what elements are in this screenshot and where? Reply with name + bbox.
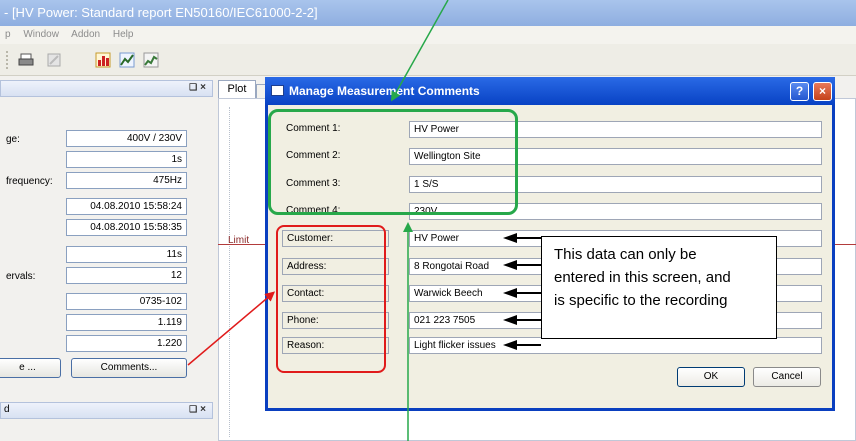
- screenshot-root: - [HV Power: Standard report EN50160/IEC…: [0, 0, 856, 441]
- annotation-callout: This data can only be entered in this sc…: [541, 236, 777, 339]
- green-arrow-top: [391, 0, 449, 102]
- red-arrow: [187, 291, 276, 366]
- callout-line-1: This data can only be: [554, 246, 697, 263]
- callout-line-2: entered in this screen, and: [554, 269, 731, 286]
- annotation-arrows: [187, 0, 541, 441]
- callout-line-3: is specific to the recording: [554, 292, 728, 309]
